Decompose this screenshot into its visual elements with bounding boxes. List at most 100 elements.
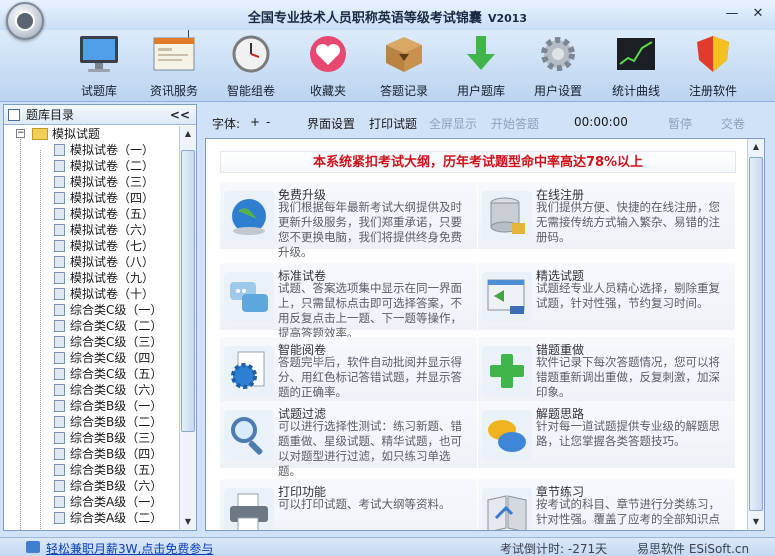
toolbar-user-bank[interactable]: 用户题库 bbox=[443, 32, 519, 100]
feature-print: 打印功能 可以打印试题、考试大纲等资料。 bbox=[220, 479, 477, 530]
tree-item[interactable]: 综合类B级（三） bbox=[4, 430, 180, 446]
feature-description: 可以打印试题、考试大纲等资料。 bbox=[278, 497, 451, 511]
exam-control-bar: 字体: + - 界面设置 打印试题 全屏显示 开始答题 00:00:00 暂停 … bbox=[204, 110, 766, 136]
toolbar-favorites[interactable]: 收藏夹 bbox=[290, 32, 366, 100]
scroll-down-icon[interactable]: ▼ bbox=[180, 514, 196, 530]
toolbar-smart-compose[interactable]: 智能组卷 bbox=[213, 32, 289, 100]
brand-text: 易思软件 ESiSoft.cn bbox=[637, 542, 750, 556]
question-tree-panel: 题库目录 << − 模拟试题 模拟试卷（一） 模拟试卷（二） 模拟试卷（三） 模… bbox=[3, 104, 197, 531]
feature-description: 试题经专业人员精心选择，剔除重复试题，针对性强，节约复习时间。 bbox=[536, 281, 720, 310]
document-icon bbox=[54, 144, 65, 156]
toolbar-statistics[interactable]: 统计曲线 bbox=[598, 32, 674, 100]
document-icon bbox=[54, 400, 65, 412]
tree-item[interactable]: 综合类B级（六） bbox=[4, 478, 180, 494]
toolbar-user-settings[interactable]: 用户设置 bbox=[520, 32, 596, 100]
tree-item[interactable]: 综合类C级（三） bbox=[4, 334, 180, 350]
tree-item[interactable]: 模拟试卷（二） bbox=[4, 158, 180, 174]
fullscreen-button[interactable]: 全屏显示 bbox=[429, 115, 477, 132]
document-icon bbox=[54, 224, 65, 236]
chat-bubbles-icon bbox=[224, 272, 274, 322]
minimize-button[interactable]: — bbox=[722, 5, 742, 23]
font-decrease-button[interactable]: - bbox=[266, 115, 270, 129]
plus-icon bbox=[482, 346, 532, 396]
tree-item[interactable]: 模拟试卷（四） bbox=[4, 190, 180, 206]
feature-standard-paper: 标准试卷 试题、答案选项集中显示在同一界面上，只需鼠标点击即可选择答案，不用反复… bbox=[220, 263, 477, 340]
scroll-down-icon[interactable]: ▼ bbox=[748, 514, 764, 530]
feature-description: 软件记录下每次答题情况，您可以将错题重新调出重做，反复刺激，加深印象。 bbox=[536, 355, 720, 399]
feature-chapter-practice: 章节练习 按考试的科目、章节进行分类练习，针对性强。覆盖了应考的全部知识点 bbox=[478, 479, 735, 530]
tree-item[interactable]: 综合类B级（四） bbox=[4, 446, 180, 462]
tree-header-title: 题库目录 bbox=[26, 108, 75, 122]
printer-icon bbox=[224, 488, 274, 530]
database-lock-icon bbox=[482, 191, 532, 241]
tree-item[interactable]: 模拟试卷（八） bbox=[4, 254, 180, 270]
close-button[interactable]: ✕ bbox=[748, 5, 768, 23]
tree-item[interactable]: 综合类A级（二） bbox=[4, 510, 180, 526]
font-increase-button[interactable]: + bbox=[250, 115, 260, 129]
toolbar-news[interactable]: 资讯服务 bbox=[136, 32, 212, 100]
feature-online-register: 在线注册 我们提供方便、快捷的在线注册，您无需接传统方式输入繁杂、易错的注册码。 bbox=[478, 182, 735, 249]
tree-item[interactable]: 模拟试卷（九） bbox=[4, 270, 180, 286]
tree-item[interactable]: 综合类A级（一） bbox=[4, 494, 180, 510]
window-title-text: 全国专业技术人员职称英语等级考试锦囊 bbox=[247, 11, 482, 26]
main-toolbar: 试题库 资讯服务 智能组卷 收藏夹 答题记录 用户题库 用户设置 统计曲线 注册… bbox=[0, 30, 775, 102]
collapse-tree-icon[interactable]: − bbox=[16, 129, 25, 138]
document-icon bbox=[54, 368, 65, 380]
start-answering-button[interactable]: 开始答题 bbox=[491, 115, 539, 132]
toolbar-label: 智能组卷 bbox=[226, 84, 275, 98]
tree-root-item[interactable]: − 模拟试题 bbox=[4, 126, 180, 142]
status-bar: 轻松兼职月薪3W,点击免费参与 考试倒计时: -271天 易思软件 ESiSof… bbox=[0, 537, 775, 556]
tree-item[interactable]: 模拟试卷（一） bbox=[4, 142, 180, 158]
tree-item[interactable]: 模拟试卷（三） bbox=[4, 174, 180, 190]
document-icon bbox=[54, 464, 65, 476]
feature-description: 针对每一道试题提供专业级的解题思路，让您掌握各类答题技巧。 bbox=[536, 419, 720, 448]
document-icon bbox=[54, 288, 65, 300]
app-logo-icon[interactable] bbox=[6, 2, 44, 40]
toolbar-answer-records[interactable]: 答题记录 bbox=[366, 32, 442, 100]
pause-button[interactable]: 暂停 bbox=[668, 115, 692, 132]
window-version: V2013 bbox=[487, 12, 528, 25]
gear-icon bbox=[541, 37, 575, 71]
document-icon bbox=[54, 320, 65, 332]
submit-exam-button[interactable]: 交卷 bbox=[721, 115, 745, 132]
tree-scrollbar[interactable]: ▲ ▼ bbox=[179, 126, 196, 530]
tree-item[interactable]: 模拟试卷（七） bbox=[4, 238, 180, 254]
tree-item[interactable]: 模拟试卷（六） bbox=[4, 222, 180, 238]
promo-link[interactable]: 轻松兼职月薪3W,点击免费参与 bbox=[46, 540, 213, 556]
tree-item[interactable]: 综合类C级（一） bbox=[4, 302, 180, 318]
layout-settings-button[interactable]: 界面设置 bbox=[307, 115, 355, 132]
folder-icon bbox=[32, 128, 48, 140]
scrollbar-thumb[interactable] bbox=[749, 157, 763, 511]
tree-item[interactable]: 综合类C级（六） bbox=[4, 382, 180, 398]
print-questions-button[interactable]: 打印试题 bbox=[369, 115, 417, 132]
window-title: 全国专业技术人员职称英语等级考试锦囊 V2013 bbox=[0, 7, 775, 26]
tree-item[interactable]: 综合类B级（一） bbox=[4, 398, 180, 414]
document-icon bbox=[54, 336, 65, 348]
toolbar-register[interactable]: 注册软件 bbox=[675, 32, 751, 100]
collapse-panel-button[interactable]: << bbox=[170, 105, 190, 125]
feature-description: 我们根据每年最新考试大纲提供及时更新升级服务，我们郑重承诺，只要您不更换电脑，我… bbox=[278, 200, 462, 259]
document-icon bbox=[54, 272, 65, 284]
tree-item[interactable]: 综合类C级（四） bbox=[4, 350, 180, 366]
browser-window-icon bbox=[153, 37, 195, 71]
title-bar: 全国专业技术人员职称英语等级考试锦囊 V2013 — ✕ bbox=[0, 0, 775, 40]
tree-item[interactable]: 模拟试卷（十） bbox=[4, 286, 180, 302]
monitor-icon bbox=[80, 36, 118, 72]
shield-icon bbox=[697, 36, 729, 72]
scroll-up-icon[interactable]: ▲ bbox=[180, 126, 196, 142]
scrollbar-thumb[interactable] bbox=[181, 150, 195, 432]
tree-item[interactable]: 模拟试卷（五） bbox=[4, 206, 180, 222]
catalog-icon bbox=[8, 109, 20, 121]
content-scrollbar[interactable]: ▲ ▼ bbox=[747, 139, 764, 530]
scroll-up-icon[interactable]: ▲ bbox=[748, 139, 764, 155]
heart-icon bbox=[310, 36, 346, 72]
toolbar-label: 收藏夹 bbox=[309, 84, 346, 98]
tree-item[interactable]: 综合类C级（二） bbox=[4, 318, 180, 334]
tree-item[interactable]: 综合类C级（五） bbox=[4, 366, 180, 382]
tree-item[interactable]: 综合类B级（二） bbox=[4, 414, 180, 430]
toolbar-label: 资讯服务 bbox=[149, 84, 198, 98]
tree-item[interactable]: 综合类B级（五） bbox=[4, 462, 180, 478]
toolbar-question-bank[interactable]: 试题库 bbox=[61, 32, 137, 100]
document-icon bbox=[54, 160, 65, 172]
document-icon bbox=[54, 176, 65, 188]
